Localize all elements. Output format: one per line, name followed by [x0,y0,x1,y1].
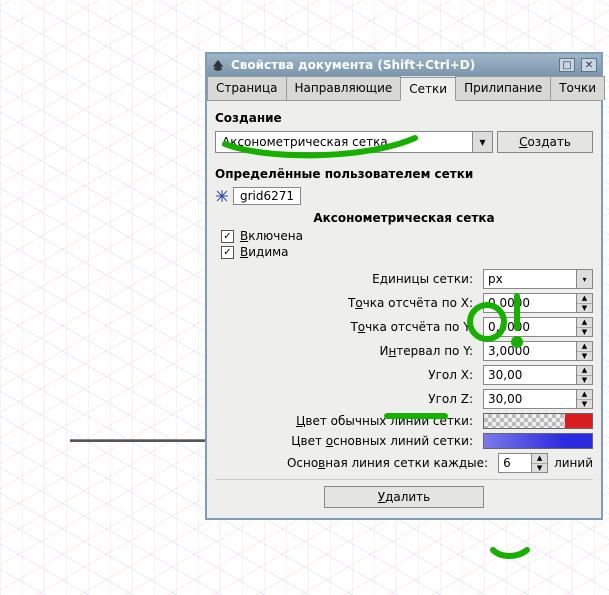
window-minimize-button[interactable]: □ [559,58,575,72]
origin-y-input[interactable]: 0,0000 ▲▼ [483,317,593,337]
grids-pane: Создание Аксонометрическая сетка ▾ Созда… [207,101,601,518]
spinner-buttons[interactable]: ▲▼ [576,390,592,408]
spinner-buttons[interactable]: ▲▼ [576,366,592,384]
delete-grid-button[interactable]: Удалить [324,486,484,508]
titlebar[interactable]: Свойства документа (Shift+Ctrl+D) □ ✕ [207,54,601,76]
interval-y-input[interactable]: 3,0000 ▲▼ [483,341,593,361]
unit-label: Единицы сетки: [215,272,477,286]
spinner-buttons[interactable]: ▲▼ [576,342,592,360]
tabs-bar: Страница Направляющие Сетки Прилипание Т… [207,76,601,101]
angle-x-label: Угол X: [215,368,477,382]
enabled-checkbox[interactable]: ✓ [221,230,234,243]
major-every-suffix: линий [554,456,593,470]
spinner-buttons[interactable]: ▲▼ [576,294,592,312]
chevron-down-icon: ▾ [472,132,492,152]
angle-x-value: 30,00 [484,366,576,384]
origin-x-label: Точка отсчёта по X: [215,296,477,310]
tab-page[interactable]: Страница [207,76,287,100]
enabled-label: Включена [240,229,303,243]
page-edge [70,440,220,442]
origin-x-input[interactable]: 0,0000 ▲▼ [483,293,593,313]
creation-section-title: Создание [215,111,593,125]
grid-type-combo[interactable]: Аксонометрическая сетка ▾ [215,131,493,153]
minor-color-swatch[interactable] [483,413,593,429]
visible-checkbox[interactable]: ✓ [221,246,234,259]
angle-x-input[interactable]: 30,00 ▲▼ [483,365,593,385]
origin-x-value: 0,0000 [484,294,576,312]
interval-y-label: Интервал по Y: [215,344,477,358]
origin-y-label: Точка отсчёта по Y: [215,320,477,334]
major-color-fade [484,434,565,448]
grid-id-label: grid6271 [240,189,294,203]
unit-value: px [484,270,576,288]
tab-snapping[interactable]: Прилипание [455,76,551,100]
spinner-buttons[interactable]: ▲▼ [531,454,547,472]
window-close-button[interactable]: ✕ [581,58,597,72]
inkscape-icon [211,58,225,72]
minor-color-label: Цвет обычных линий сетки: [215,414,477,428]
major-every-label: Основная линия сетки каждые: [215,456,492,470]
grid-type-value: Аксонометрическая сетка [216,135,472,149]
create-grid-button[interactable]: Создать [497,131,593,153]
visible-label: Видима [240,245,289,259]
minor-color-solid [565,414,592,428]
chevron-down-icon: ▾ [576,270,592,288]
origin-y-value: 0,0000 [484,318,576,336]
angle-z-value: 30,00 [484,390,576,408]
major-color-solid [565,434,592,448]
delete-button-label: Удалить [378,490,431,504]
create-button-label: Создать [519,135,571,149]
tab-points[interactable]: Точки [550,76,605,100]
alpha-checker [484,414,565,428]
interval-y-value: 3,0000 [484,342,576,360]
angle-z-label: Угол Z: [215,392,477,406]
unit-combo[interactable]: px ▾ [483,269,593,289]
major-every-input[interactable]: 6 ▲▼ [498,453,548,473]
user-grids-title: Определённые пользователем сетки [215,167,593,181]
major-color-label: Цвет основных линий сетки: [215,434,477,448]
major-every-value: 6 [499,454,531,472]
tab-guides[interactable]: Направляющие [286,76,402,100]
spinner-buttons[interactable]: ▲▼ [576,318,592,336]
tab-grids[interactable]: Сетки [400,77,456,101]
grid-icon [215,189,229,203]
grid-tab-row: grid6271 [215,187,593,205]
grid-id-tab[interactable]: grid6271 [233,187,301,205]
document-properties-dialog: Свойства документа (Shift+Ctrl+D) □ ✕ Ст… [205,52,603,520]
window-title: Свойства документа (Shift+Ctrl+D) [231,58,553,72]
angle-z-input[interactable]: 30,00 ▲▼ [483,389,593,409]
grid-type-heading: Аксонометрическая сетка [215,211,593,225]
major-color-swatch[interactable] [483,433,593,449]
